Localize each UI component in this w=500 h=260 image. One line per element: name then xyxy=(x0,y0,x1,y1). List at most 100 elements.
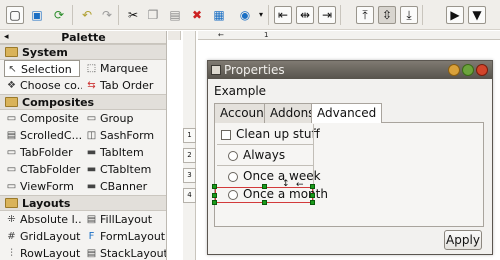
row-layout-icon: ⫶ xyxy=(10,248,13,259)
undo-icon[interactable]: ↶ xyxy=(78,6,96,24)
resize-handle[interactable] xyxy=(310,200,315,205)
ruler-arrow-icon: ← xyxy=(218,31,224,39)
palette-item-selection[interactable]: ↖ Selection xyxy=(4,60,80,77)
tabitem-icon: ▬ xyxy=(86,147,97,158)
folder-icon xyxy=(5,47,18,57)
radio-once-a-week[interactable] xyxy=(228,172,238,182)
close-icon[interactable] xyxy=(476,64,488,76)
ctabfolder-icon: ▭ xyxy=(6,164,17,175)
scrolled-icon: ▤ xyxy=(6,130,17,141)
window-menu-icon[interactable] xyxy=(211,65,221,75)
palette-header: ◂ Palette xyxy=(0,31,166,44)
category-system[interactable]: System xyxy=(0,44,166,60)
radio-once-a-month[interactable] xyxy=(228,190,238,200)
copy-icon[interactable]: ❐ xyxy=(144,6,162,24)
cleanup-checkbox[interactable] xyxy=(221,130,231,140)
tab-order-icon: ⇆ xyxy=(87,80,96,91)
cleanup-checkbox-label: Clean up stuff xyxy=(236,127,320,141)
choose-icon: ❖ xyxy=(7,80,16,91)
tabfolder-icon: ▭ xyxy=(6,147,17,158)
paste-icon[interactable]: ▤ xyxy=(166,6,184,24)
tab-bar: Account Addons Advanced xyxy=(214,103,484,124)
palette-panel: ◂ Palette System ↖ Selection ⬚ Marquee ❖… xyxy=(0,31,167,260)
palette-item-scrolled-composite[interactable]: ▤ ScrolledC... xyxy=(4,127,82,144)
align-middle-icon[interactable]: ⇳ xyxy=(378,6,396,24)
vertical-ruler xyxy=(183,31,196,260)
row-marker[interactable]: 2 xyxy=(183,148,196,163)
resize-handle[interactable] xyxy=(310,193,315,198)
refresh-icon[interactable]: ⟳ xyxy=(50,6,68,24)
new-icon[interactable]: ▢ xyxy=(6,6,24,24)
palette-item-marquee[interactable]: ⬚ Marquee xyxy=(84,60,166,77)
marquee-icon: ⬚ xyxy=(86,63,97,74)
minimize-icon[interactable] xyxy=(448,64,460,76)
ctabitem-icon: ▬ xyxy=(86,164,97,175)
palette-item-cbanner[interactable]: ▬ CBanner xyxy=(84,178,166,195)
tab-advanced[interactable]: Advanced xyxy=(311,103,383,124)
align-center-icon[interactable]: ⇹ xyxy=(296,6,314,24)
cut-icon[interactable]: ✂ xyxy=(124,6,142,24)
radio-always-label: Always xyxy=(243,148,286,162)
viewform-icon: ▭ xyxy=(6,181,17,192)
apply-button[interactable]: Apply xyxy=(444,230,482,250)
grid-line xyxy=(217,165,313,166)
resize-handle[interactable] xyxy=(262,200,267,205)
palette-item-group[interactable]: ▭ Group xyxy=(84,110,166,127)
size-height-icon[interactable]: ▼ xyxy=(468,6,486,24)
palette-item-fill-layout[interactable]: ▤ FillLayout xyxy=(84,211,166,228)
toolbar: ▢ ▣ ⟳ ↶ ↷ ✂ ❐ ▤ ✖ ▦ ◉ ▾ ⇤ ⇹ ⇥ ⤒ ⇳ ⤓ ▶ ▼ xyxy=(0,0,500,30)
category-composites[interactable]: Composites xyxy=(0,94,166,110)
stack-layout-icon: ▤ xyxy=(86,248,97,259)
palette-item-composite[interactable]: ▭ Composite xyxy=(4,110,82,127)
arrow-left-icon: ← xyxy=(296,180,304,190)
row-marker[interactable]: 3 xyxy=(183,168,196,183)
palette-item-absolute-layout[interactable]: ⁜ Absolute l... xyxy=(4,211,82,228)
size-width-icon[interactable]: ▶ xyxy=(446,6,464,24)
category-layouts[interactable]: Layouts xyxy=(0,195,166,211)
align-left-icon[interactable]: ⇤ xyxy=(274,6,292,24)
palette-item-form-layout[interactable]: F FormLayout xyxy=(84,228,166,245)
new-icon[interactable]: ▣ xyxy=(28,6,46,24)
row-marker[interactable]: 1 xyxy=(183,128,196,143)
grid-layout-icon: # xyxy=(7,231,16,242)
window-titlebar[interactable]: Properties xyxy=(208,61,492,79)
absolute-layout-icon: ⁜ xyxy=(7,214,16,225)
palette-item-tabitem[interactable]: ▬ TabItem xyxy=(84,144,166,161)
resize-handle[interactable] xyxy=(212,184,217,189)
ruler-corner xyxy=(168,31,181,40)
fill-layout-icon: ▤ xyxy=(86,214,97,225)
resize-handle[interactable] xyxy=(212,193,217,198)
form-layout-icon: F xyxy=(88,231,95,242)
redo-icon[interactable]: ↷ xyxy=(98,6,116,24)
resize-handle[interactable] xyxy=(212,200,217,205)
align-top-icon[interactable]: ⤒ xyxy=(356,6,374,24)
resize-handle[interactable] xyxy=(310,184,315,189)
palette-item-viewform[interactable]: ▭ ViewForm xyxy=(4,178,82,195)
resize-handle[interactable] xyxy=(262,184,267,189)
example-label: Example xyxy=(214,84,267,98)
folder-icon xyxy=(5,198,18,208)
palette-item-tab-order[interactable]: ⇆ Tab Order xyxy=(84,77,166,94)
align-bottom-icon[interactable]: ⤓ xyxy=(400,6,418,24)
grid-line xyxy=(217,144,313,145)
palette-item-tabfolder[interactable]: ▭ TabFolder xyxy=(4,144,82,161)
palette-item-choose-component[interactable]: ❖ Choose co... xyxy=(4,77,82,94)
horizontal-ruler: ← 1 xyxy=(198,31,500,40)
palette-item-ctabfolder[interactable]: ▭ CTabFolder xyxy=(4,161,82,178)
radio-always[interactable] xyxy=(228,151,238,161)
row-marker[interactable]: 4 xyxy=(183,188,196,203)
palette-item-row-layout[interactable]: ⫶ RowLayout xyxy=(4,245,82,260)
align-right-icon[interactable]: ⇥ xyxy=(318,6,336,24)
palette-title: Palette xyxy=(61,31,106,44)
maximize-icon[interactable] xyxy=(462,64,474,76)
palette-item-ctabitem[interactable]: ▬ CTabItem xyxy=(84,161,166,178)
preview-icon[interactable]: ▦ xyxy=(210,6,228,24)
move-cursor-icon: ↕ xyxy=(282,179,290,189)
palette-item-grid-layout[interactable]: # GridLayout xyxy=(4,228,82,245)
palette-item-stack-layout[interactable]: ▤ StackLayout xyxy=(84,245,166,260)
palette-item-sashform[interactable]: ◫ SashForm xyxy=(84,127,166,144)
folder-icon xyxy=(5,97,18,107)
composite-icon: ▭ xyxy=(6,113,17,124)
delete-icon[interactable]: ✖ xyxy=(188,6,206,24)
pointer-icon: ↖ xyxy=(8,64,17,75)
